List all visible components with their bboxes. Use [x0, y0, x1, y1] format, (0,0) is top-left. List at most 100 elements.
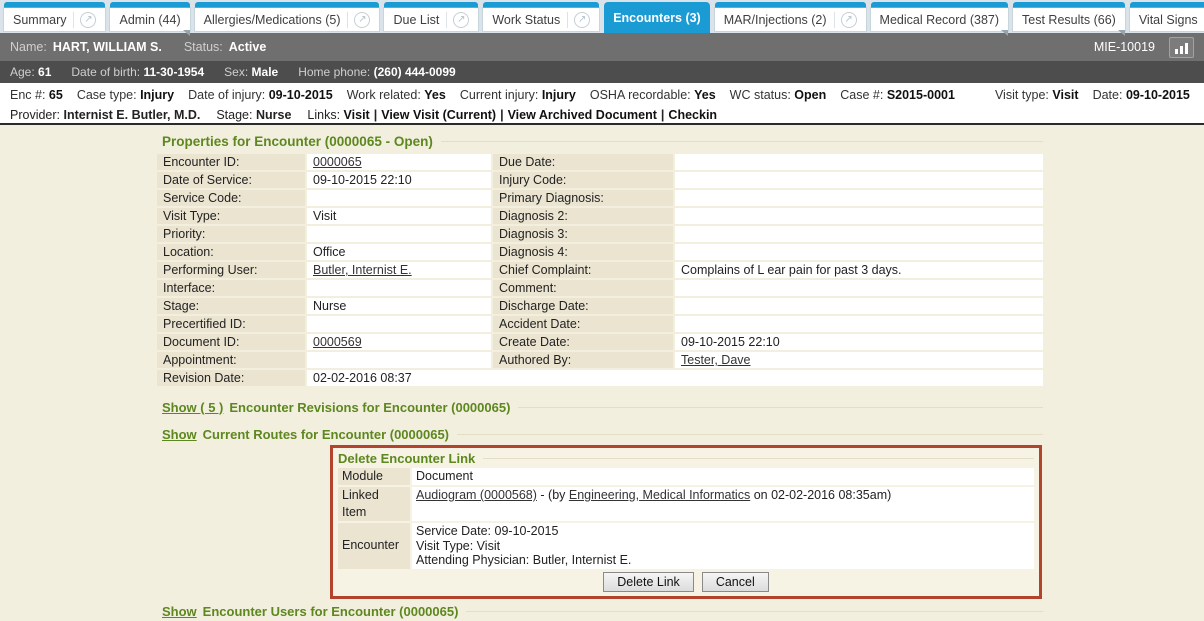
tab-encounters-active[interactable]: Encounters (3) — [604, 2, 710, 33]
patient-status: Active — [229, 40, 267, 54]
age-label: Age: — [10, 65, 35, 79]
delete-link-button[interactable]: Delete Link — [603, 572, 694, 592]
tab-label: Work Status — [492, 13, 560, 27]
chief-complaint-value: Complains of L ear pain for past 3 days. — [675, 262, 1043, 278]
encounter-id-link[interactable]: 0000065 — [313, 155, 362, 169]
field-label: Location: — [157, 244, 305, 260]
authored-by-link[interactable]: Tester, Dave — [681, 353, 750, 367]
field-value: Visit — [307, 208, 491, 224]
performing-user-link[interactable]: Butler, Internist E. — [313, 263, 412, 277]
encounter-visit-type: Visit Type: Visit — [416, 539, 1030, 554]
field-value — [675, 316, 1043, 332]
field-value — [307, 226, 491, 242]
encounter-label: Encounter — [338, 523, 410, 569]
module-value: Document — [412, 468, 1034, 485]
wc-status-label: WC status: — [730, 88, 791, 102]
encounter-service-date: Service Date: 09-10-2015 — [416, 524, 1030, 539]
case-number-label: Case #: — [840, 88, 883, 102]
performing-user-value: Butler, Internist E. — [307, 262, 491, 278]
field-value — [675, 172, 1043, 188]
link-view-visit-current[interactable]: View Visit (Current) — [381, 108, 496, 122]
tab-summary[interactable]: Summary ↗ — [4, 2, 105, 31]
case-type-label: Case type: — [77, 88, 137, 102]
tab-label: Encounters (3) — [613, 11, 701, 25]
field-label: Interface: — [157, 280, 305, 296]
field-label: Create Date: — [493, 334, 673, 350]
popout-icon[interactable]: ↗ — [347, 12, 370, 28]
popout-icon[interactable]: ↗ — [446, 12, 469, 28]
popout-icon[interactable]: ↗ — [834, 12, 857, 28]
field-label: Revision Date: — [157, 370, 305, 386]
field-label: Appointment: — [157, 352, 305, 368]
tab-admin[interactable]: Admin (44) — [110, 2, 189, 31]
cancel-button[interactable]: Cancel — [702, 572, 769, 592]
field-label: Priority: — [157, 226, 305, 242]
provider-links-bar: Provider: Internist E. Butler, M.D. Stag… — [0, 106, 1204, 125]
popout-icon[interactable]: ↗ — [73, 12, 96, 28]
field-value — [307, 280, 491, 296]
tab-due-list[interactable]: Due List ↗ — [384, 2, 478, 31]
linked-by-user-link[interactable]: Engineering, Medical Informatics — [569, 488, 750, 502]
sex-label: Sex: — [224, 65, 248, 79]
current-injury-label: Current injury: — [460, 88, 539, 102]
chart-id: MIE-10019 — [1094, 40, 1155, 54]
field-label: Date of Service: — [157, 172, 305, 188]
age-value: 61 — [38, 65, 51, 79]
encounter-revisions-section: Show ( 5 ) Encounter Revisions for Encou… — [162, 398, 1043, 416]
field-label: Service Code: — [157, 190, 305, 206]
tab-label: Summary — [13, 13, 66, 27]
tab-allergies-medications[interactable]: Allergies/Medications (5) ↗ — [195, 2, 380, 31]
encounter-attending-physician: Attending Physician: Butler, Internist E… — [416, 553, 1030, 568]
field-label: Injury Code: — [493, 172, 673, 188]
delete-box-buttons: Delete Link Cancel — [338, 569, 1034, 594]
field-label: Discharge Date: — [493, 298, 673, 314]
enc-number-value: 65 — [49, 88, 63, 102]
field-label: Precertified ID: — [157, 316, 305, 332]
stage-label: Stage: — [216, 108, 252, 122]
tab-vital-signs[interactable]: Vital Signs ↗ — [1130, 2, 1204, 31]
provider-value: Internist E. Butler, M.D. — [64, 108, 201, 122]
encounter-users-section: Show Encounter Users for Encounter (0000… — [162, 603, 1043, 621]
name-label: Name: — [10, 40, 47, 54]
tab-mar-injections[interactable]: MAR/Injections (2) ↗ — [715, 2, 866, 31]
field-label: Stage: — [157, 298, 305, 314]
field-value — [675, 280, 1043, 296]
tab-label: Vital Signs — [1139, 13, 1198, 27]
provider-label: Provider: — [10, 108, 60, 122]
status-label: Status: — [184, 40, 223, 54]
show-revisions-link[interactable]: Show ( 5 ) — [162, 400, 223, 415]
case-type-value: Injury — [140, 88, 174, 102]
bar-chart-icon[interactable] — [1169, 37, 1194, 58]
tab-test-results[interactable]: Test Results (66) — [1013, 2, 1125, 31]
work-related-value: Yes — [424, 88, 446, 102]
show-users-link[interactable]: Show — [162, 604, 197, 619]
field-label: Performing User: — [157, 262, 305, 278]
sex-value: Male — [252, 65, 279, 79]
patient-name-bar: Name: HART, WILLIAM S. Status: Active MI… — [0, 33, 1204, 61]
linked-item-document-link[interactable]: Audiogram (0000568) — [416, 488, 537, 502]
field-label: Comment: — [493, 280, 673, 296]
field-value: 09-10-2015 22:10 — [307, 172, 491, 188]
field-label: Primary Diagnosis: — [493, 190, 673, 206]
encounter-properties-table: Encounter ID: 0000065 Due Date: Date of … — [157, 154, 1043, 386]
field-value — [675, 226, 1043, 242]
tab-work-status[interactable]: Work Status ↗ — [483, 2, 599, 31]
link-view-archived-document[interactable]: View Archived Document — [508, 108, 657, 122]
delete-box-title: Delete Encounter Link — [338, 450, 1034, 467]
link-visit[interactable]: Visit — [344, 108, 370, 122]
document-id-link[interactable]: 0000569 — [313, 335, 362, 349]
osha-recordable-value: Yes — [694, 88, 716, 102]
field-label: Diagnosis 4: — [493, 244, 673, 260]
main-content: Properties for Encounter (0000065 - Open… — [0, 125, 1204, 621]
patient-demographics-bar: Age: 61 Date of birth: 11-30-1954 Sex: M… — [0, 61, 1204, 83]
show-routes-link[interactable]: Show — [162, 427, 197, 442]
popout-icon[interactable]: ↗ — [567, 12, 590, 28]
field-value — [307, 316, 491, 332]
field-value — [307, 190, 491, 206]
encounter-id-value: 0000065 — [307, 154, 491, 170]
link-checkin[interactable]: Checkin — [668, 108, 717, 122]
field-value — [675, 298, 1043, 314]
date-of-injury-label: Date of injury: — [188, 88, 265, 102]
home-phone-label: Home phone: — [298, 65, 370, 79]
tab-medical-record[interactable]: Medical Record (387) — [871, 2, 1009, 31]
